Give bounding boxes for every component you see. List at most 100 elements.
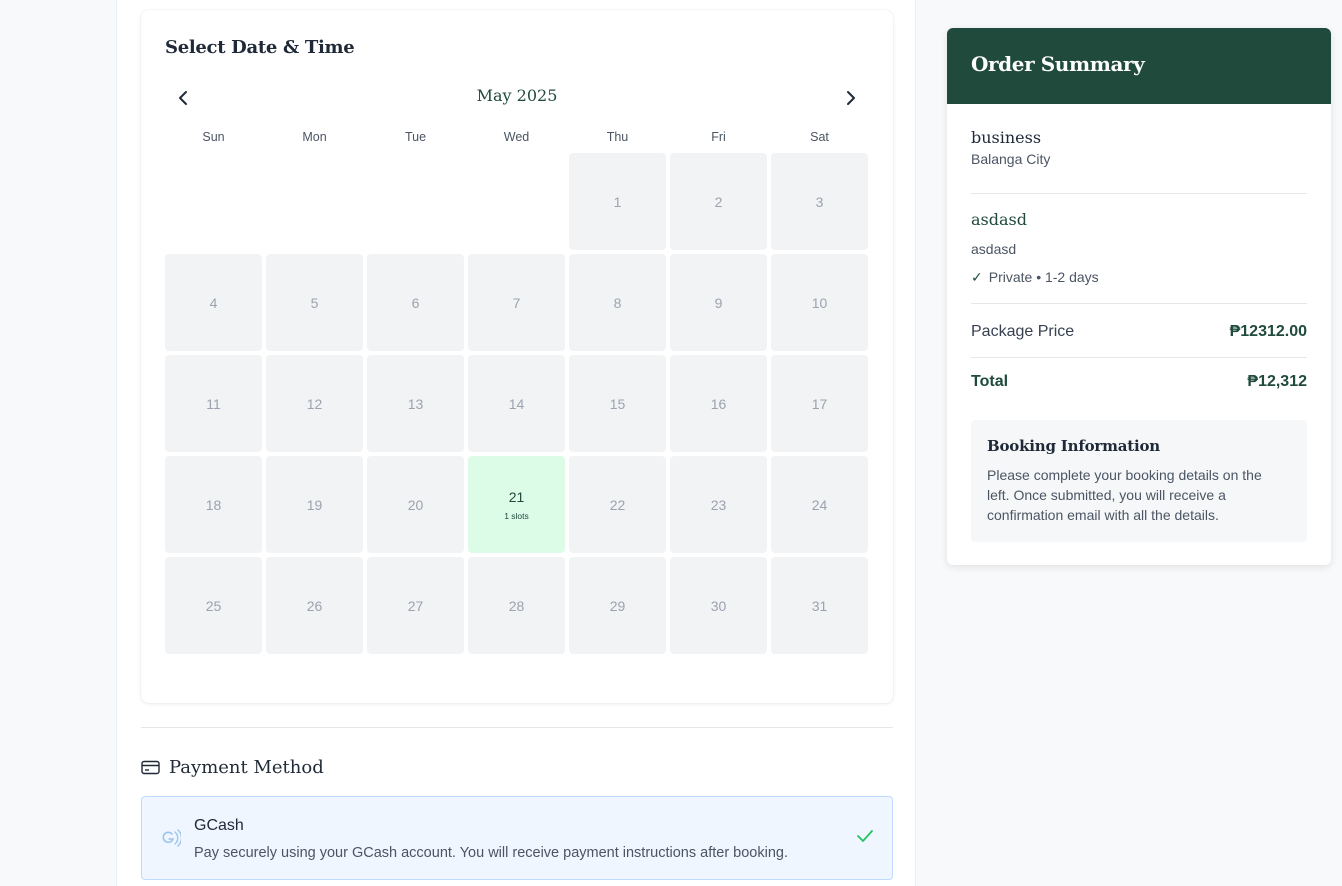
day-number: 26 [306, 597, 323, 614]
calendar-day[interactable]: 23 [670, 456, 767, 553]
chevron-right-icon [847, 91, 855, 105]
calendar-day[interactable]: 3 [771, 153, 868, 250]
day-number: 15 [609, 395, 626, 412]
day-number: 18 [205, 496, 222, 513]
calendar-day[interactable]: 30 [670, 557, 767, 654]
day-number: 11 [206, 395, 221, 412]
month-label: May 2025 [476, 86, 558, 105]
day-number: 20 [407, 496, 424, 513]
payment-method-title: Payment Method [169, 756, 324, 778]
day-number: 3 [815, 193, 824, 210]
day-number: 31 [811, 597, 828, 614]
gcash-icon [162, 829, 181, 847]
order-summary-title: Order Summary [971, 52, 1145, 76]
package-features: ✓ Private • 1-2 days [971, 269, 1099, 286]
weekday-label: Thu [606, 130, 629, 144]
calendar-day[interactable]: 2 [670, 153, 767, 250]
calendar-day[interactable]: 25 [165, 557, 262, 654]
section-divider [141, 727, 893, 728]
calendar-day[interactable]: 28 [468, 557, 565, 654]
weekday-label: Tue [404, 130, 427, 144]
calendar-day[interactable]: 27 [367, 557, 464, 654]
day-number: 25 [205, 597, 222, 614]
calendar-day[interactable]: 26 [266, 557, 363, 654]
weekday-label: Mon [302, 130, 327, 144]
calendar-day[interactable]: 31 [771, 557, 868, 654]
day-number: 10 [811, 294, 828, 311]
day-number: 19 [306, 496, 323, 513]
payment-option-name: GCash [194, 817, 244, 834]
calendar-day[interactable]: 20 [367, 456, 464, 553]
business-name: business [971, 128, 1042, 147]
total-label: Total [971, 373, 1009, 390]
calendar-day[interactable]: 24 [771, 456, 868, 553]
calendar-day[interactable]: 29 [569, 557, 666, 654]
business-location: Balanga City [971, 151, 1051, 167]
calendar-day[interactable]: 18 [165, 456, 262, 553]
weekday-label: Fri [711, 130, 726, 144]
calendar-day[interactable]: 16 [670, 355, 767, 452]
day-number: 21 [508, 488, 525, 505]
day-number: 1 [613, 193, 622, 210]
booking-info-title: Booking Information [987, 437, 1161, 455]
weekday-label: Wed [503, 130, 530, 144]
payment-option-gcash[interactable]: GCash Pay securely using your GCash acco… [141, 796, 893, 880]
day-number: 22 [609, 496, 626, 513]
calendar-day[interactable]: 7 [468, 254, 565, 351]
summary-divider [971, 357, 1307, 358]
day-number: 5 [310, 294, 319, 311]
calendar-title: Select Date & Time [165, 37, 355, 58]
calendar-day[interactable]: 22 [569, 456, 666, 553]
day-number: 13 [407, 395, 424, 412]
booking-info-box: Booking Information Please complete your… [971, 420, 1307, 542]
calendar-day[interactable]: 17 [771, 355, 868, 452]
package-features-text: Private • 1-2 days [988, 269, 1099, 285]
day-number: 6 [411, 294, 420, 311]
booking-form-column: Select Date & Time May 2025 Sun Mon Tue Wed… [116, 0, 916, 886]
day-number: 28 [508, 597, 525, 614]
calendar-day[interactable]: 13 [367, 355, 464, 452]
calendar-day[interactable]: 5 [266, 254, 363, 351]
calendar-day[interactable]: 14 [468, 355, 565, 452]
day-number: 17 [811, 395, 828, 412]
package-name: asdasd [971, 210, 1027, 229]
next-month-button[interactable] [837, 84, 865, 112]
day-number: 7 [512, 294, 521, 311]
weekday-label: Sat [810, 130, 829, 144]
day-number: 29 [609, 597, 626, 614]
day-number: 24 [811, 496, 828, 513]
package-price-label: Package Price [971, 323, 1075, 340]
calendar-day[interactable]: 4 [165, 254, 262, 351]
day-number: 9 [714, 294, 723, 311]
weekday-header: Sun Mon Tue Wed Thu Fri Sat [165, 130, 869, 146]
credit-card-icon [141, 760, 160, 774]
summary-divider [971, 193, 1307, 194]
package-description: asdasd [971, 241, 1017, 257]
calendar-day-selected[interactable]: 21 1 slots [468, 456, 565, 553]
calendar-day[interactable]: 19 [266, 456, 363, 553]
day-number: 8 [613, 294, 622, 311]
day-number: 2 [714, 193, 723, 210]
total-value: ₱12,312 [1247, 373, 1307, 390]
order-summary-card: Order Summary business Balanga City asda… [947, 28, 1331, 565]
order-summary-header: Order Summary [947, 28, 1331, 104]
date-time-card: Select Date & Time May 2025 Sun Mon Tue Wed… [141, 10, 893, 703]
calendar-day[interactable]: 9 [670, 254, 767, 351]
day-number: 23 [710, 496, 727, 513]
calendar-day[interactable]: 11 [165, 355, 262, 452]
check-icon [857, 830, 873, 842]
day-number: 4 [209, 294, 218, 311]
package-price-value: ₱12312.00 [1229, 323, 1307, 340]
calendar-day[interactable]: 1 [569, 153, 666, 250]
weekday-label: Sun [202, 130, 225, 144]
checkmark-icon: ✓ [971, 269, 983, 285]
calendar-day[interactable]: 10 [771, 254, 868, 351]
payment-option-description: Pay securely using your GCash account. Y… [194, 845, 789, 861]
calendar-day[interactable]: 8 [569, 254, 666, 351]
calendar-day[interactable]: 15 [569, 355, 666, 452]
calendar-day[interactable]: 12 [266, 355, 363, 452]
summary-divider [971, 303, 1307, 304]
booking-info-text: Please complete your booking details on … [987, 467, 1262, 523]
calendar-day[interactable]: 6 [367, 254, 464, 351]
day-number: 27 [407, 597, 424, 614]
